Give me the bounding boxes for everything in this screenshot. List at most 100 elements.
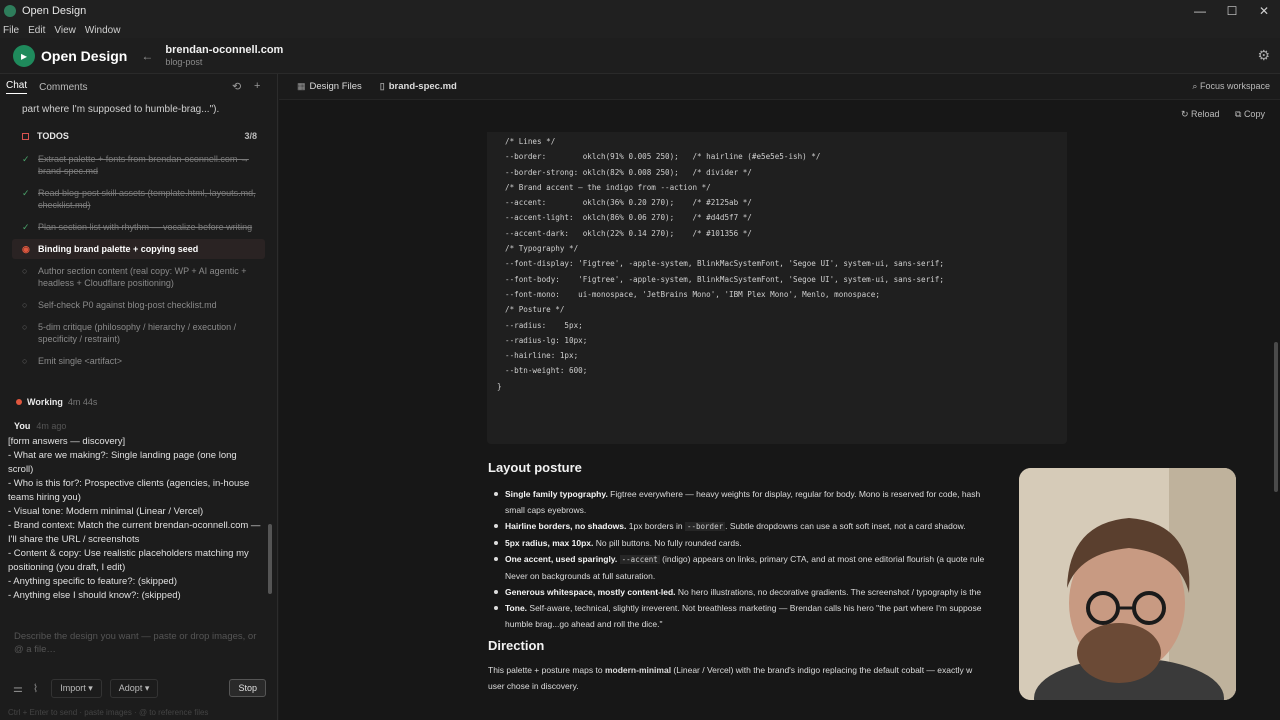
- todo-text: Emit single <artifact>: [38, 356, 123, 366]
- message-time: 4m ago: [36, 421, 67, 431]
- maximize-button[interactable]: ☐: [1216, 0, 1248, 22]
- status-dot-icon: [16, 399, 22, 405]
- presenter-silhouette: [1019, 468, 1236, 700]
- todo-text: Extract palette + fonts from brendan-oco…: [38, 154, 249, 176]
- minimize-button[interactable]: —: [1184, 0, 1216, 22]
- pending-circle-icon: ○: [22, 322, 28, 332]
- inline-code: --border: [684, 522, 726, 531]
- brand-name: Open Design: [41, 47, 128, 64]
- todos-count: 3/8: [244, 131, 257, 141]
- adopt-label: Adopt: [118, 682, 143, 693]
- working-status: Working 4m 44s: [0, 371, 277, 407]
- menu-bar: File Edit View Window: [0, 22, 1280, 38]
- menu-edit[interactable]: Edit: [28, 25, 45, 36]
- list-item: Tone. Self-aware, technical, slightly ir…: [491, 600, 1021, 632]
- project-name: brendan-oconnell.com: [165, 44, 284, 56]
- todo-item: ○ Author section content (real copy: WP +…: [12, 261, 265, 293]
- layout-posture-heading: Layout posture: [488, 460, 582, 475]
- todo-item: ✓ Read blog-post skill assets (template.h…: [12, 183, 265, 215]
- code-line: }: [497, 381, 502, 391]
- todo-item: ○ Emit single <artifact>: [12, 351, 265, 371]
- import-button[interactable]: Import ▾: [51, 678, 102, 698]
- working-label: Working: [27, 397, 63, 407]
- message-line: - Anything else I should know?: (skipped…: [8, 590, 181, 601]
- new-chat-icon[interactable]: +: [254, 80, 260, 92]
- menu-file[interactable]: File: [3, 25, 19, 36]
- list-item: One accent, used sparingly. --accent (in…: [491, 551, 1021, 584]
- paperclip-icon[interactable]: ⌇: [33, 682, 38, 695]
- reload-button[interactable]: ↻ Reload: [1181, 109, 1220, 120]
- code-line: --hairline: 1px;: [505, 351, 579, 361]
- user-message-header: You 4m ago: [0, 407, 277, 431]
- working-time: 4m 44s: [67, 397, 98, 407]
- chat-composer-input[interactable]: Describe the design you want — paste or …: [8, 626, 264, 670]
- scrollbar-thumb[interactable]: [268, 524, 272, 594]
- focus-workspace-button[interactable]: ⌕ Focus workspace: [1192, 81, 1270, 92]
- tab-design-files[interactable]: ▦ Design Files: [297, 81, 362, 92]
- todo-text: 5-dim critique (philosophy / hierarchy /…: [38, 322, 237, 344]
- todo-square-icon: [22, 132, 29, 140]
- previous-message-tail: part where I'm supposed to humble-brag..…: [22, 104, 220, 115]
- todo-item-active: ◉ Binding brand palette + copying seed: [12, 239, 265, 259]
- code-line: --accent-dark: oklch(22% 0.14 270); /* #…: [505, 228, 752, 238]
- title-bar: Open Design — ☐ ✕: [0, 0, 1280, 22]
- window-controls: — ☐ ✕: [1184, 0, 1280, 22]
- posture-list: Single family typography. Figtree everyw…: [491, 486, 1021, 632]
- tab-chat[interactable]: Chat: [6, 80, 28, 94]
- message-line: - Who is this for?: Prospective clients …: [8, 478, 250, 503]
- todos-title: TODOS: [37, 131, 69, 141]
- todo-item: ✓ Plan section list with rhythm — vocaliz…: [12, 217, 265, 237]
- code-line: --accent: oklch(36% 0.20 270); /* #2125a…: [505, 198, 752, 208]
- composer-hint: Ctrl + Enter to send · paste images · @ …: [8, 708, 209, 717]
- scrollbar-thumb[interactable]: [1274, 342, 1278, 492]
- reload-label: Reload: [1191, 109, 1220, 119]
- code-line: --border-strong: oklch(82% 0.008 250); /…: [505, 167, 752, 177]
- tab-comments[interactable]: Comments: [39, 82, 87, 93]
- code-line: --font-display: 'Figtree', -apple-system…: [505, 259, 944, 269]
- chat-scrollbar[interactable]: [268, 104, 272, 604]
- menu-window[interactable]: Window: [85, 25, 121, 36]
- history-icon[interactable]: ⟲: [232, 80, 241, 93]
- inline-code: --accent: [619, 555, 660, 564]
- code-line: --border: oklch(91% 0.005 250); /* hairl…: [505, 152, 821, 162]
- back-arrow-icon[interactable]: ←: [141, 49, 153, 63]
- document-scrollbar[interactable]: [1274, 132, 1278, 720]
- tab-label: Design Files: [309, 81, 362, 92]
- app-icon: [4, 5, 16, 17]
- stop-button[interactable]: Stop: [229, 679, 266, 697]
- todo-text: Self-check P0 against blog-post checklis…: [38, 300, 217, 310]
- menu-view[interactable]: View: [54, 25, 76, 36]
- grid-icon: ▦: [297, 81, 306, 91]
- user-label: You: [14, 421, 31, 431]
- code-line: --radius-lg: 10px;: [505, 335, 588, 345]
- message-line: [form answers — discovery]: [8, 436, 126, 447]
- list-item: Single family typography. Figtree everyw…: [491, 486, 1021, 518]
- check-icon: ✓: [22, 222, 30, 232]
- code-line: --font-body: 'Figtree', -apple-system, B…: [505, 274, 944, 284]
- logo-icon: ▸: [13, 44, 35, 67]
- close-button[interactable]: ✕: [1248, 0, 1280, 22]
- code-content: /* Lines */ --border: oklch(91% 0.005 250…: [497, 132, 1067, 394]
- gear-icon[interactable]: ⚙: [1257, 47, 1270, 64]
- copy-button[interactable]: ⧉ Copy: [1235, 109, 1265, 120]
- focus-label: Focus workspace: [1199, 81, 1270, 91]
- list-item: Generous whitespace, mostly content-led.…: [491, 584, 1021, 600]
- code-line: --accent-light: oklch(86% 0.06 270); /* …: [505, 213, 752, 223]
- chat-panel: Chat Comments ⟲ + part where I'm suppose…: [0, 74, 278, 720]
- window-title: Open Design: [22, 5, 87, 17]
- todo-item: ○ Self-check P0 against blog-post checkli…: [12, 295, 265, 315]
- todos-header[interactable]: TODOS 3/8: [12, 125, 265, 147]
- webcam-overlay: [1019, 468, 1236, 700]
- direction-heading: Direction: [488, 638, 545, 653]
- code-line: --font-mono: ui-monospace, 'JetBrains Mo…: [505, 289, 880, 299]
- import-label: Import: [60, 682, 86, 693]
- check-icon: ✓: [22, 154, 30, 164]
- code-line: /* Lines */: [505, 137, 556, 146]
- tab-brand-spec[interactable]: ▯ brand-spec.md: [380, 81, 457, 92]
- todo-item: ✓ Extract palette + fonts from brendan-oc…: [12, 149, 265, 181]
- sliders-icon[interactable]: ⚌: [13, 682, 23, 695]
- code-line: /* Typography */: [505, 244, 579, 254]
- todos-panel: TODOS 3/8 ✓ Extract palette + fonts from …: [12, 125, 265, 371]
- adopt-button[interactable]: Adopt ▾: [109, 678, 159, 698]
- direction-paragraph: This palette + posture maps to modern-mi…: [488, 665, 973, 691]
